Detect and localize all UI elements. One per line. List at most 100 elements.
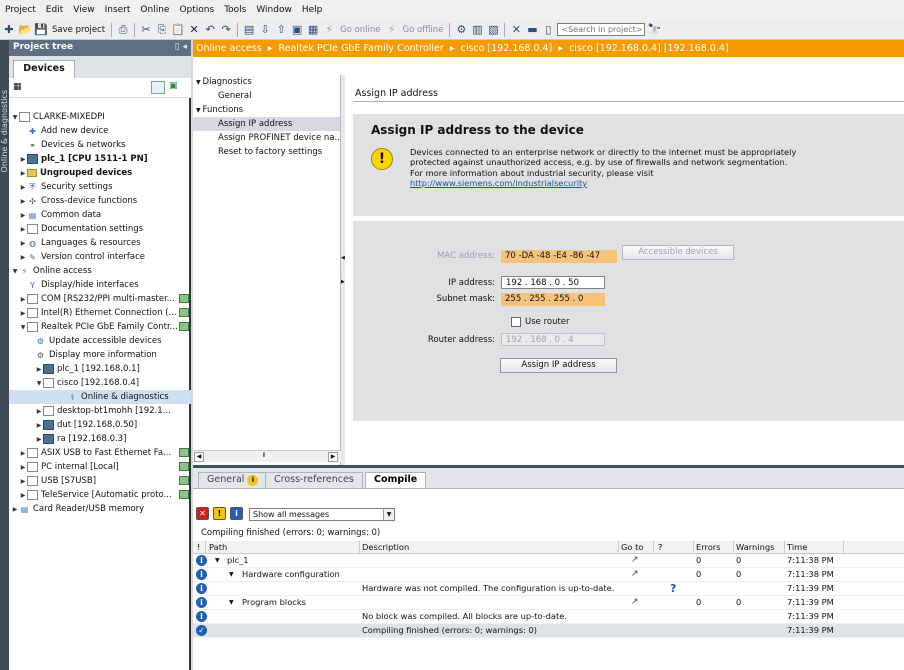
mac-address-field[interactable]: 70 -DA -48 -E4 -86 -47	[501, 250, 617, 263]
tree-item-asix[interactable]: ▶ ASIX USB to Fast Ethernet Fa...	[9, 446, 191, 460]
breadcrumb-realtek[interactable]: Realtek PCIe GbE Family Controller	[278, 40, 443, 57]
tree-item-online-access[interactable]: ▼ ⚡ Online access	[9, 264, 191, 278]
tab-compile[interactable]: Compile	[365, 472, 427, 488]
column-errors[interactable]: Errors	[696, 541, 721, 554]
accessible-devices-button[interactable]: Accessible devices	[622, 245, 734, 260]
tree-item-plc1[interactable]: ▶ plc_1 [CPU 1511-1 PN]	[9, 152, 191, 166]
tree-item-com[interactable]: ▶ COM [RS232/PPI multi-master...	[9, 292, 191, 306]
close-editor-icon[interactable]: ✕	[509, 23, 523, 37]
download-icon[interactable]: ⇩	[258, 23, 272, 37]
copy-icon[interactable]: ⎘	[155, 23, 169, 37]
use-router-checkbox[interactable]	[511, 317, 521, 327]
split-vertical-icon[interactable]: ▯	[541, 23, 555, 37]
menu-insert[interactable]: Insert	[100, 5, 136, 15]
message-filter-select[interactable]: Show all messages ▼	[249, 508, 395, 521]
delete-icon[interactable]: ✕	[187, 23, 201, 37]
tree-item-dut[interactable]: ▶ dut [192.168.0.50]	[9, 418, 191, 432]
tree-item-cross-device[interactable]: ▶ ✣ Cross-device functions	[9, 194, 191, 208]
nav-diagnostics[interactable]: ▼ Diagnostics	[193, 75, 340, 89]
paste-icon[interactable]: 📋	[171, 23, 185, 37]
menu-options[interactable]: Options	[174, 5, 219, 15]
undo-icon[interactable]: ↶	[203, 23, 217, 37]
nav-assign-profinet[interactable]: Assign PROFINET device na...	[193, 131, 343, 145]
subnet-mask-input[interactable]: 255 . 255 . 255 . 0	[501, 293, 605, 306]
print-icon[interactable]: ⎙	[116, 23, 130, 37]
split-horizontal-icon[interactable]: ▬	[525, 23, 539, 37]
tab-devices[interactable]: Devices	[13, 60, 75, 78]
goto-icon[interactable]: ↗	[631, 568, 639, 581]
column-description[interactable]: Description	[362, 541, 409, 554]
table-row[interactable]: i Hardware was not compiled. The configu…	[193, 582, 904, 596]
search-icon[interactable]: 🔭	[647, 23, 662, 37]
overview-icon[interactable]	[151, 81, 165, 94]
assign-ip-button[interactable]: Assign IP address	[500, 358, 617, 373]
table-row[interactable]: i ▼ Program blocks ↗ 0 0 7:11:39 PM	[193, 596, 904, 610]
menu-tools[interactable]: Tools	[219, 5, 251, 15]
tree-item-ungrouped[interactable]: ▶ Ungrouped devices	[9, 166, 191, 180]
goto-icon[interactable]: ↗	[631, 596, 639, 609]
column-path[interactable]: Path	[209, 541, 227, 554]
nav-horizontal-scrollbar[interactable]: ◀ ⦀ ▶	[193, 450, 341, 462]
tree-item-security[interactable]: ▶ ⛨ Security settings	[9, 180, 191, 194]
accessible-devices-icon[interactable]: ⚙	[454, 23, 468, 37]
save-project-button[interactable]: Save project	[52, 25, 105, 35]
collapse-panel-icon[interactable]: ▯ ◂	[175, 42, 187, 54]
tab-cross-references[interactable]: Cross-references	[265, 472, 363, 488]
search-input[interactable]	[557, 23, 646, 36]
tree-item-update-accessible[interactable]: ⚙ Update accessible devices	[9, 334, 191, 348]
simulation-icon[interactable]: ▣	[290, 23, 304, 37]
redo-icon[interactable]: ↷	[219, 23, 233, 37]
go-offline-button[interactable]: Go offline	[403, 25, 444, 35]
tree-item-version-control[interactable]: ▶ ✎ Version control interface	[9, 250, 191, 264]
tree-item-intel[interactable]: ▶ Intel(R) Ethernet Connection (...	[9, 306, 191, 320]
column-warnings[interactable]: Warnings	[736, 541, 774, 554]
filter-info-icon[interactable]: i	[230, 507, 243, 520]
go-online-button[interactable]: Go online	[340, 25, 380, 35]
go-online-icon[interactable]: ⚡	[322, 23, 336, 37]
tree-item-cisco[interactable]: ▼ cisco [192.168.0.4]	[9, 376, 191, 390]
stop-cpu-icon[interactable]: ▧	[486, 23, 500, 37]
tree-view-icon[interactable]: ▦	[13, 82, 22, 92]
menu-edit[interactable]: Edit	[41, 5, 68, 15]
nav-assign-ip[interactable]: Assign IP address	[193, 117, 340, 131]
tab-general[interactable]: General i	[198, 472, 268, 488]
tree-item-ra[interactable]: ▶ ra [192.168.0.3]	[9, 432, 191, 446]
upload-icon[interactable]: ⇧	[274, 23, 288, 37]
nav-functions[interactable]: ▼ Functions	[193, 103, 340, 117]
tree-item-display-hide[interactable]: Y Display/hide interfaces	[9, 278, 191, 292]
ip-address-input[interactable]: 192 . 168 . 0 . 50	[501, 276, 605, 289]
menu-project[interactable]: Project	[0, 5, 41, 15]
column-help[interactable]: ?	[658, 541, 662, 554]
tree-item-usb[interactable]: ▶ USB [S7USB]	[9, 474, 191, 488]
cross-reference-icon[interactable]: ▥	[470, 23, 484, 37]
new-project-icon[interactable]: ✚	[2, 23, 16, 37]
filter-errors-icon[interactable]: ✕	[196, 507, 209, 520]
table-row[interactable]: i ▼ Hardware configuration ↗ 0 0 7:11:38…	[193, 568, 904, 582]
tree-item-online-diagnostics[interactable]: ⚕ Online & diagnostics	[9, 390, 191, 404]
menu-help[interactable]: Help	[297, 5, 328, 15]
industrial-security-link[interactable]: http://www.siemens.com/industrialsecurit…	[410, 178, 587, 188]
cut-icon[interactable]: ✂	[139, 23, 153, 37]
tree-item-realtek[interactable]: ▼ Realtek PCIe GbE Family Contr...	[9, 320, 191, 334]
window-icon[interactable]: ▦	[306, 23, 320, 37]
open-project-icon[interactable]: 📂	[18, 23, 32, 37]
scroll-left-icon[interactable]: ◀	[194, 452, 204, 462]
tree-item-common-data[interactable]: ▶ ▤ Common data	[9, 208, 191, 222]
help-icon[interactable]: ?	[670, 582, 676, 595]
menu-online[interactable]: Online	[135, 5, 174, 15]
tree-item-plc1-online[interactable]: ▶ plc_1 [192.168.0.1]	[9, 362, 191, 376]
tree-item-desktop[interactable]: ▶ desktop-bt1mohh [192.1...	[9, 404, 191, 418]
filter-warnings-icon[interactable]: !	[213, 507, 226, 520]
tree-item-devices-networks[interactable]: ⚭ Devices & networks	[9, 138, 191, 152]
column-goto[interactable]: Go to	[621, 541, 643, 554]
go-offline-icon[interactable]: ⚡	[385, 23, 399, 37]
goto-icon[interactable]: ↗	[631, 554, 639, 567]
scroll-grip-icon[interactable]: ⦀	[259, 452, 269, 462]
column-time[interactable]: Time	[787, 541, 807, 554]
tree-item-add-device[interactable]: ✚ Add new device	[9, 124, 191, 138]
nav-general[interactable]: General	[193, 89, 340, 103]
tree-item-project[interactable]: ▼ CLARKE-MIXEDPI	[9, 110, 191, 124]
nav-reset-factory[interactable]: Reset to factory settings	[193, 145, 340, 159]
table-row[interactable]: ✓ Compiling finished (errors: 0; warning…	[193, 624, 904, 638]
router-address-input[interactable]: 192 . 168 . 0 . 4	[501, 333, 605, 346]
